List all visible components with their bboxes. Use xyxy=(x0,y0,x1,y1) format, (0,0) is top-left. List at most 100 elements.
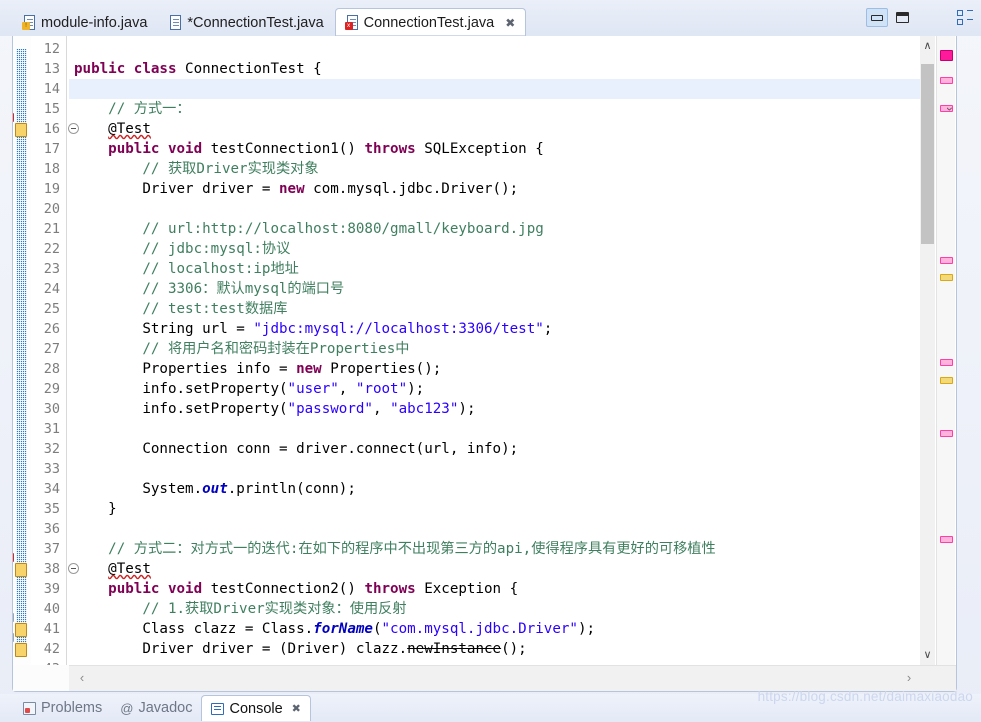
editor-tab--connectiontest-java[interactable]: *ConnectionTest.java xyxy=(158,8,334,36)
scroll-up-icon[interactable]: ∧ xyxy=(920,38,935,54)
code-line[interactable] xyxy=(69,419,920,439)
code-line[interactable] xyxy=(69,199,920,219)
overview-marker[interactable] xyxy=(940,257,953,264)
view-menu-chevron-icon[interactable]: › xyxy=(943,107,957,111)
code-line[interactable] xyxy=(69,519,920,539)
line-number: 37 xyxy=(43,541,60,557)
java-file-warning-icon: ! xyxy=(22,15,35,30)
code-line[interactable]: public class ConnectionTest { xyxy=(69,59,920,79)
code-line[interactable]: // url:http://localhost:8080/gmall/keybo… xyxy=(69,219,920,239)
line-number-ruler: 12 13 14 15 16 17 18 19 20 21 22 23 24 25 26 27 28 29 30 31… xyxy=(31,36,67,665)
bottom-tab-console[interactable]: Console ✖ xyxy=(201,695,311,721)
code-line[interactable]: Properties info = new Properties(); xyxy=(69,359,920,379)
overview-marker[interactable] xyxy=(940,77,953,84)
code-line[interactable]: // jdbc:mysql:协议 xyxy=(69,239,920,259)
code-line[interactable] xyxy=(69,459,920,479)
editor-tab-label: ConnectionTest.java xyxy=(363,14,495,31)
scroll-down-icon[interactable]: ∨ xyxy=(920,647,935,663)
line-number: 41 xyxy=(43,621,60,637)
overview-marker[interactable] xyxy=(940,359,953,366)
problems-icon xyxy=(23,701,36,715)
line-number: 36 xyxy=(43,521,60,537)
code-line[interactable]: Class clazz = Class.forName("com.mysql.j… xyxy=(69,619,920,639)
horizontal-scrollbar[interactable]: ‹ › xyxy=(13,665,956,691)
window-buttons xyxy=(866,8,913,27)
error-marker-icon[interactable] xyxy=(14,122,30,137)
error-marker-icon[interactable] xyxy=(14,562,30,577)
overview-marker[interactable] xyxy=(940,50,953,61)
scroll-right-icon[interactable]: › xyxy=(900,669,918,687)
code-line[interactable]: // localhost:ip地址 xyxy=(69,259,920,279)
vertical-scrollbar[interactable]: ∧ ∨ xyxy=(920,36,935,665)
bottom-tab-javadoc[interactable]: @ Javadoc xyxy=(111,695,201,721)
java-editor: 12 13 14 15 16 17 18 19 20 21 22 23 24 25 26 27 28 29 30 31… xyxy=(12,36,957,692)
overview-marker[interactable] xyxy=(940,274,953,281)
vertical-scroll-thumb[interactable] xyxy=(921,64,934,244)
code-line[interactable]: // 3306：默认mysql的端口号 xyxy=(69,279,920,299)
editor-tab-label: *ConnectionTest.java xyxy=(187,14,324,31)
line-number: 16 xyxy=(43,121,60,137)
code-line[interactable]: Driver driver = (Driver) clazz.newInstan… xyxy=(69,639,920,659)
warning-marker-icon[interactable] xyxy=(14,642,30,657)
line-number: 20 xyxy=(43,201,60,217)
code-line[interactable] xyxy=(69,79,920,99)
code-line[interactable]: public void testConnection2() throws Exc… xyxy=(69,579,920,599)
minimize-button[interactable] xyxy=(866,8,888,27)
code-line[interactable]: // test:test数据库 xyxy=(69,299,920,319)
line-number: 32 xyxy=(43,441,60,457)
bottom-tab-problems[interactable]: Problems xyxy=(14,695,111,721)
code-line[interactable]: // 获取Driver实现类对象 xyxy=(69,159,920,179)
code-line[interactable]: Driver driver = new com.mysql.jdbc.Drive… xyxy=(69,179,920,199)
line-number: 42 xyxy=(43,641,60,657)
line-number: 12 xyxy=(43,41,60,57)
maximize-button[interactable] xyxy=(891,8,913,27)
editor-tab-connectiontest-java[interactable]: x ConnectionTest.java ✖ xyxy=(334,8,527,36)
code-line[interactable]: String url = "jdbc:mysql://localhost:330… xyxy=(69,319,920,339)
overview-marker[interactable] xyxy=(940,536,953,543)
line-number: 40 xyxy=(43,601,60,617)
overview-ruler[interactable] xyxy=(936,36,955,665)
code-line[interactable]: // 方式二：对方式一的迭代:在如下的程序中不出现第三方的api,使得程序具有更… xyxy=(69,539,920,559)
warning-marker-icon[interactable] xyxy=(14,622,30,637)
outline-view-icon[interactable] xyxy=(957,10,975,26)
code-line[interactable]: Connection conn = driver.connect(url, in… xyxy=(69,439,920,459)
line-number: 14 xyxy=(43,81,60,97)
line-number: 13 xyxy=(43,61,60,77)
tab-close-icon[interactable]: ✖ xyxy=(292,702,301,715)
code-line[interactable]: // 方式一： xyxy=(69,99,920,119)
line-number: 23 xyxy=(43,261,60,277)
code-line[interactable]: // 1.获取Driver实现类对象：使用反射 xyxy=(69,599,920,619)
annotation-gutter[interactable] xyxy=(13,36,31,665)
scrollbar-corner xyxy=(13,665,69,691)
tab-close-icon[interactable]: ✖ xyxy=(505,17,515,29)
scroll-left-icon[interactable]: ‹ xyxy=(73,669,91,687)
line-number: 15 xyxy=(43,101,60,117)
line-number: 26 xyxy=(43,321,60,337)
line-number: 25 xyxy=(43,301,60,317)
line-number: 21 xyxy=(43,221,60,237)
code-line[interactable]: info.setProperty("user", "root"); xyxy=(69,379,920,399)
code-line[interactable]: info.setProperty("password", "abc123"); xyxy=(69,399,920,419)
line-number: 28 xyxy=(43,361,60,377)
line-number: 29 xyxy=(43,381,60,397)
bottom-view-tab-bar: Problems @ Javadoc Console ✖ xyxy=(0,694,981,722)
code-line[interactable]: public void testConnection1() throws SQL… xyxy=(69,139,920,159)
bottom-tab-strip: Problems @ Javadoc Console ✖ xyxy=(14,695,311,721)
bottom-tab-label: Console xyxy=(229,700,283,717)
code-line[interactable]: System.out.println(conn); xyxy=(69,479,920,499)
code-line[interactable]: @Test xyxy=(69,559,920,579)
code-line[interactable]: // 将用户名和密码封装在Properties中 xyxy=(69,339,920,359)
code-line[interactable]: } xyxy=(69,499,920,519)
line-number: 27 xyxy=(43,341,60,357)
line-number: 18 xyxy=(43,161,60,177)
overview-marker[interactable] xyxy=(940,377,953,384)
editor-tab-module-info-java[interactable]: ! module-info.java xyxy=(12,8,158,36)
code-area[interactable]: public class ConnectionTest { // 方式一： @T… xyxy=(69,36,920,665)
code-line[interactable] xyxy=(69,39,920,59)
overview-marker[interactable] xyxy=(940,430,953,437)
code-line[interactable]: @Test xyxy=(69,119,920,139)
line-number: 19 xyxy=(43,181,60,197)
maximize-icon xyxy=(895,12,909,23)
bottom-tab-label: Javadoc xyxy=(138,700,193,716)
console-icon xyxy=(211,702,225,715)
